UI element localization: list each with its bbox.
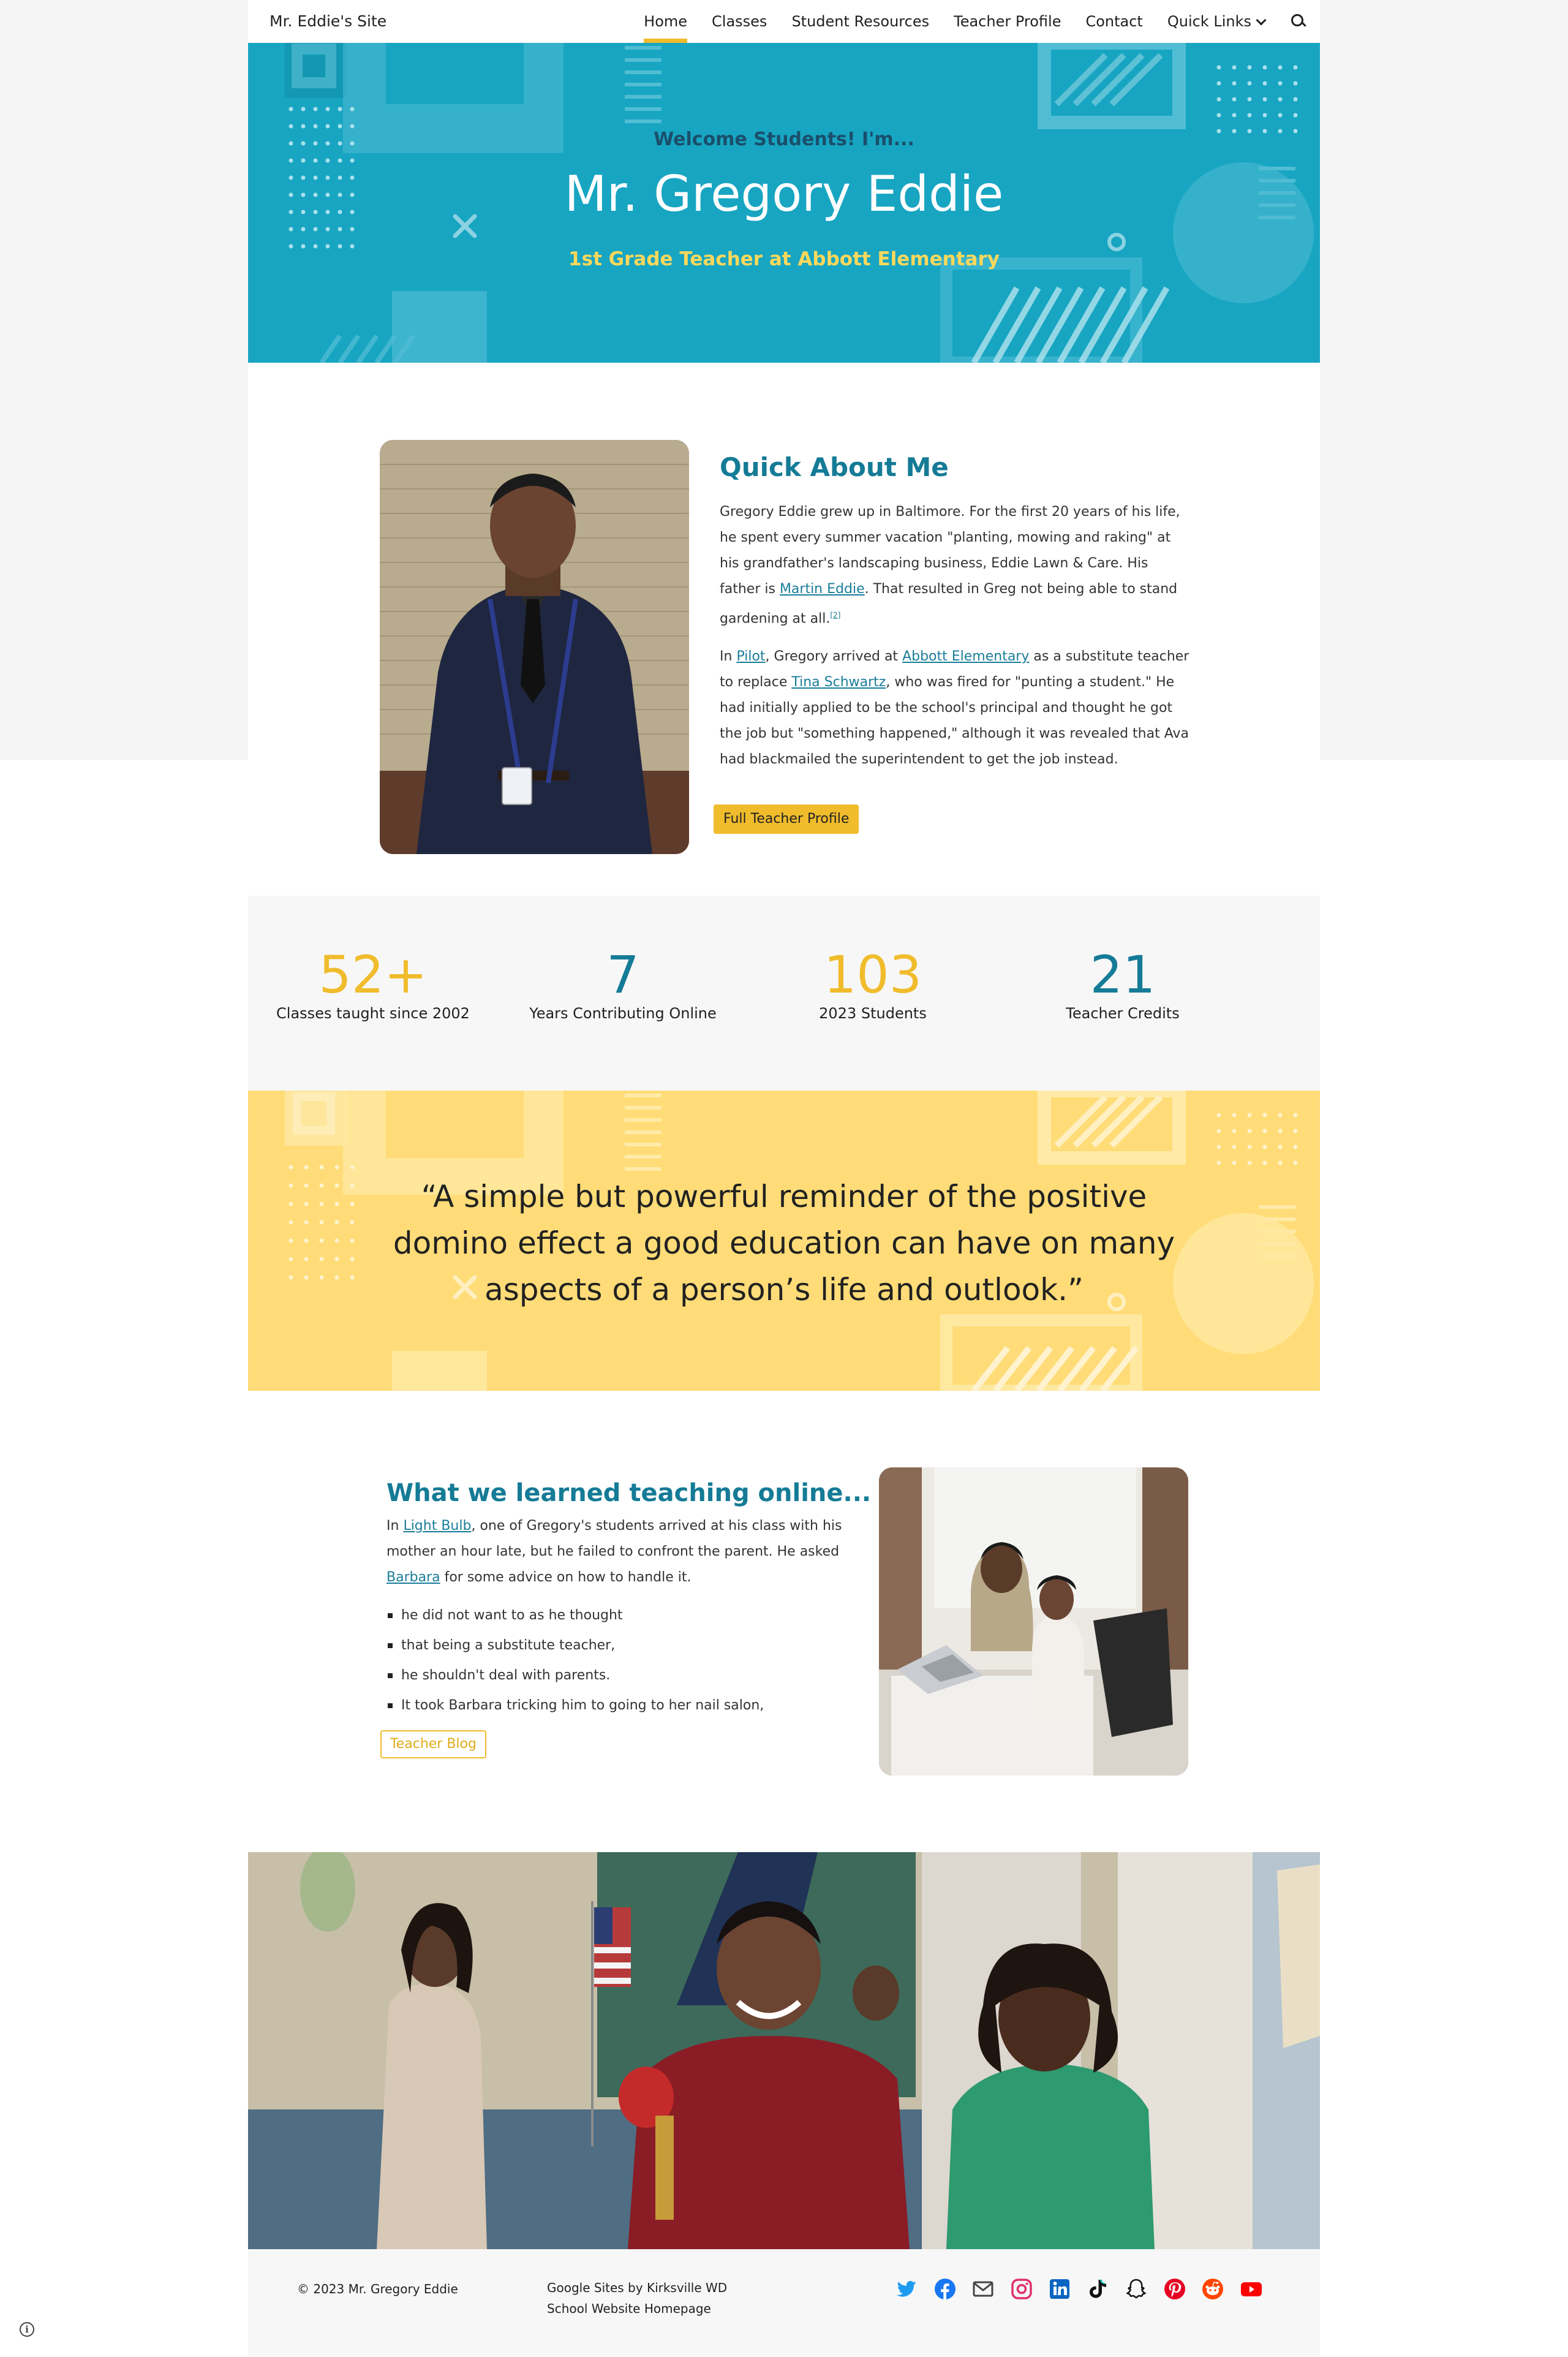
nav-links: Home Classes Student Resources Teacher P… bbox=[619, 0, 1308, 43]
nav-item-teacher-profile[interactable]: Teacher Profile bbox=[954, 0, 1061, 43]
top-nav: Mr. Eddie's Site Home Classes Student Re… bbox=[248, 0, 1320, 43]
link-barbara[interactable]: Barbara bbox=[386, 1570, 440, 1585]
list-item: he shouldn't deal with parents. bbox=[386, 1660, 852, 1690]
chevron-down-icon bbox=[1256, 15, 1267, 26]
hero-title: Mr. Gregory Eddie bbox=[564, 165, 1004, 222]
quick-links-label: Quick Links bbox=[1167, 13, 1251, 30]
about-p2-text-b: , Gregory arrived at bbox=[765, 649, 903, 665]
nav-item-contact[interactable]: Contact bbox=[1085, 0, 1142, 43]
full-teacher-profile-button[interactable]: Full Teacher Profile bbox=[714, 804, 859, 834]
twitter-icon[interactable] bbox=[894, 2277, 919, 2301]
quote-text: “A simple but powerful reminder of the p… bbox=[393, 1179, 1175, 1307]
stat-classes: 52+ Classes taught since 2002 bbox=[248, 947, 498, 1022]
about-paragraph-2: In Pilot, Gregory arrived at Abbott Elem… bbox=[720, 644, 1191, 773]
reddit-icon[interactable] bbox=[1200, 2277, 1225, 2301]
nav-item-classes[interactable]: Classes bbox=[712, 0, 767, 43]
stat-years: 7 Years Contributing Online bbox=[498, 947, 748, 1022]
stat-value: 103 bbox=[823, 945, 922, 1005]
stat-label: Years Contributing Online bbox=[529, 1005, 717, 1022]
learned-title: What we learned teaching online... bbox=[386, 1479, 872, 1507]
nav-item-student-resources[interactable]: Student Resources bbox=[791, 0, 929, 43]
email-icon[interactable] bbox=[971, 2277, 995, 2301]
linkedin-icon[interactable] bbox=[1047, 2277, 1072, 2301]
stat-students: 103 2023 Students bbox=[748, 947, 998, 1022]
hero-subtitle: 1st Grade Teacher at Abbott Elementary bbox=[568, 248, 1000, 270]
staff-group-photo bbox=[248, 1852, 1320, 2249]
about-paragraph-1: Gregory Eddie grew up in Baltimore. For … bbox=[720, 499, 1191, 632]
nav-item-home[interactable]: Home bbox=[644, 0, 687, 43]
info-icon[interactable]: i bbox=[20, 2322, 34, 2337]
site-title[interactable]: Mr. Eddie's Site bbox=[270, 12, 386, 30]
stat-value: 21 bbox=[1090, 945, 1156, 1005]
hero-kicker: Welcome Students! I'm... bbox=[654, 129, 914, 150]
stats-section: 52+ Classes taught since 2002 7 Years Co… bbox=[248, 896, 1320, 1091]
link-pilot[interactable]: Pilot bbox=[736, 649, 765, 664]
hero-banner: Welcome Students! I'm... Mr. Gregory Edd… bbox=[248, 43, 1320, 363]
school-homepage-link[interactable]: School Website Homepage bbox=[547, 2294, 727, 2323]
list-item: that being a substitute teacher, bbox=[386, 1630, 852, 1660]
stat-label: Classes taught since 2002 bbox=[276, 1005, 470, 1022]
stat-value: 52+ bbox=[318, 945, 428, 1005]
link-tina-schwartz[interactable]: Tina Schwartz bbox=[791, 675, 886, 690]
footer: © 2023 Mr. Gregory Eddie Google Sites by… bbox=[248, 2249, 1320, 2357]
link-abbott-elementary[interactable]: Abbott Elementary bbox=[902, 649, 1029, 664]
about-p2-text: In bbox=[720, 649, 737, 665]
pinterest-icon[interactable] bbox=[1163, 2277, 1187, 2301]
teacher-portrait-photo bbox=[380, 440, 689, 854]
stat-label: 2023 Students bbox=[819, 1005, 927, 1022]
learned-text: In Light Bulb, one of Gregory's students… bbox=[386, 1513, 852, 1591]
stat-value: 7 bbox=[606, 945, 639, 1005]
snapchat-icon[interactable] bbox=[1124, 2277, 1148, 2301]
teacher-blog-button[interactable]: Teacher Blog bbox=[380, 1730, 486, 1758]
quote-section: “A simple but powerful reminder of the p… bbox=[248, 1091, 1320, 1391]
link-light-bulb[interactable]: Light Bulb bbox=[403, 1518, 471, 1534]
citation-link[interactable]: [2] bbox=[830, 611, 840, 619]
nav-item-quick-links[interactable]: Quick Links bbox=[1167, 0, 1267, 43]
learned-text-a: In bbox=[386, 1518, 404, 1534]
link-martin-eddie[interactable]: Martin Eddie bbox=[780, 581, 865, 597]
stat-credits: 21 Teacher Credits bbox=[998, 947, 1248, 1022]
stat-label: Teacher Credits bbox=[1066, 1005, 1180, 1022]
online-learning-photo bbox=[879, 1467, 1188, 1776]
copyright-text: © 2023 Mr. Gregory Eddie bbox=[297, 2282, 458, 2296]
tiktok-icon[interactable] bbox=[1086, 2277, 1110, 2301]
instagram-icon[interactable] bbox=[1009, 2277, 1034, 2301]
search-icon[interactable] bbox=[1289, 12, 1308, 31]
list-item: It took Barbara tricking him to going to… bbox=[386, 1690, 852, 1720]
youtube-icon[interactable] bbox=[1239, 2277, 1264, 2301]
footer-links: Google Sites by Kirksville WD School Web… bbox=[547, 2280, 727, 2323]
facebook-icon[interactable] bbox=[933, 2277, 957, 2301]
list-item: he did not want to as he thought bbox=[386, 1600, 852, 1630]
social-links bbox=[894, 2277, 1277, 2301]
learned-text-c: for some advice on how to handle it. bbox=[440, 1570, 692, 1585]
about-title: Quick About Me bbox=[720, 452, 949, 482]
about-text: Gregory Eddie grew up in Baltimore. For … bbox=[720, 499, 1191, 785]
page: Mr. Eddie's Site Home Classes Student Re… bbox=[248, 0, 1320, 2357]
learned-list: he did not want to as he thought that be… bbox=[386, 1600, 852, 1720]
